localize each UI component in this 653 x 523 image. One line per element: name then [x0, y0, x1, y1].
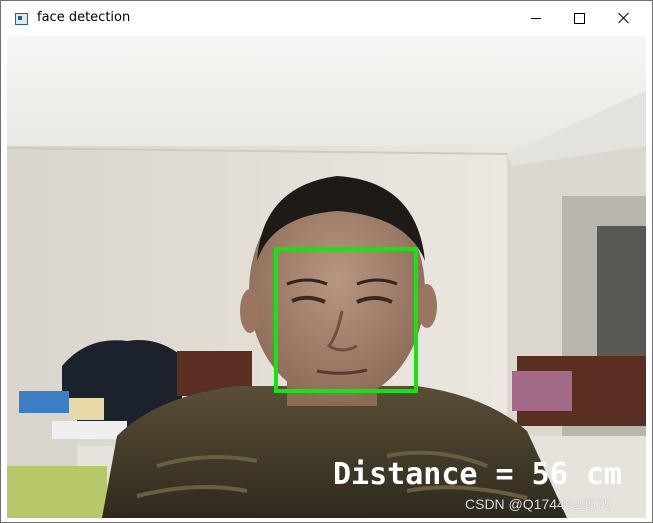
close-button[interactable]: [601, 1, 647, 35]
maximize-icon: [573, 12, 585, 24]
app-window: face detection Distance = 56 cm CSDN @Q1…: [0, 0, 653, 523]
camera-frame: [7, 36, 646, 518]
watermark-text: CSDN @Q1744828575: [465, 496, 612, 512]
camera-view: Distance = 56 cm CSDN @Q1744828575: [7, 36, 646, 518]
window-title: face detection: [37, 10, 131, 25]
app-icon: [15, 13, 28, 25]
close-icon: [618, 12, 630, 24]
distance-readout: Distance = 56 cm: [333, 457, 622, 492]
minimize-icon: [531, 17, 541, 19]
minimize-button[interactable]: [513, 1, 559, 35]
title-bar[interactable]: face detection: [1, 1, 652, 35]
maximize-button[interactable]: [556, 1, 602, 35]
